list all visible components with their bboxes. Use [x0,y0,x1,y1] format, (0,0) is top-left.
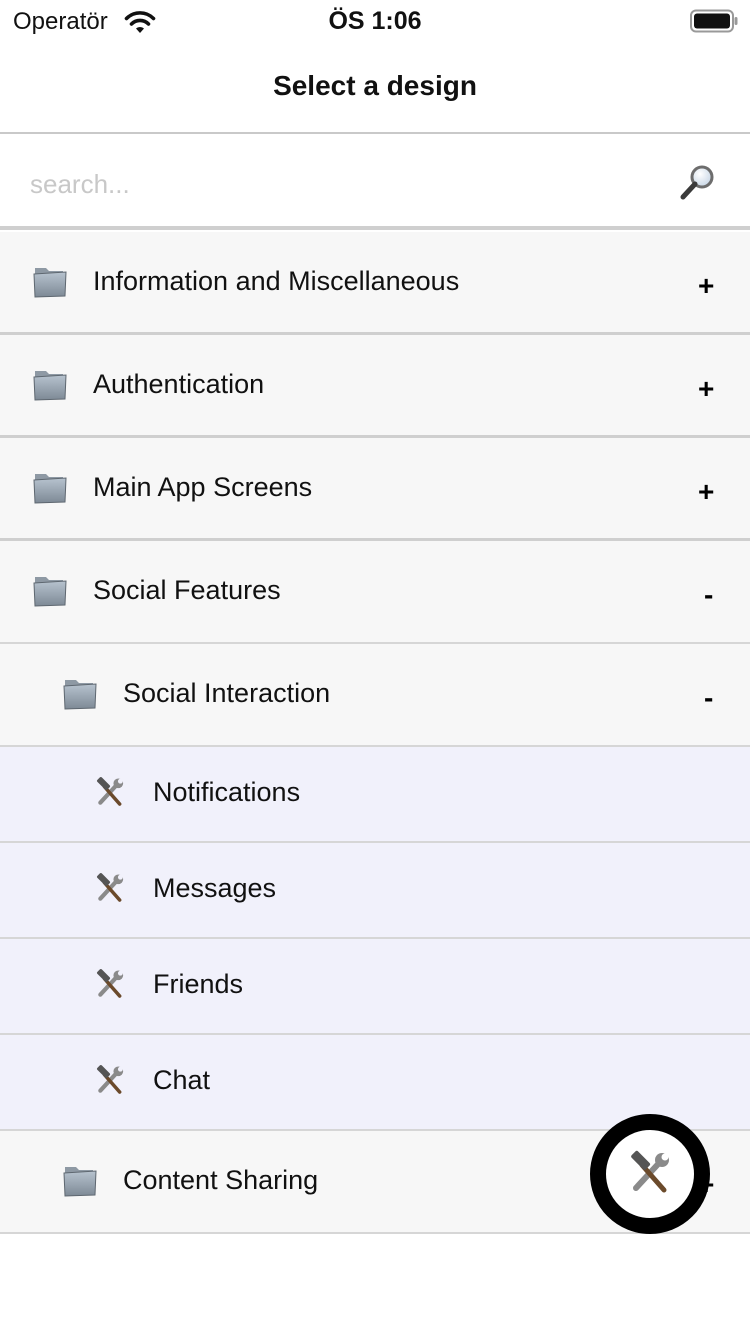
folder-row[interactable]: Main App Screens + [0,438,750,541]
status-time: ÖS 1:06 [328,7,422,35]
expand-toggle[interactable]: + [698,476,714,508]
expand-toggle[interactable]: + [698,373,714,405]
design-label: Notifications [153,777,301,807]
folder-label: Authentication [93,368,265,399]
navigation-bar: Select a design [0,42,750,134]
hammer-wrench-icon [92,871,128,912]
folder-icon [32,470,68,509]
hammer-wrench-icon [92,1063,128,1104]
collapse-toggle[interactable]: - [704,579,713,611]
page-title: Select a design [273,70,477,101]
design-label: Messages [153,873,277,903]
design-label: Chat [153,1065,211,1095]
folder-label: Social Interaction [123,677,331,708]
app-screen: Operatör ÖS 1:06 Select a design search.… [0,0,750,1334]
expand-toggle[interactable]: + [698,270,714,302]
search-input[interactable] [30,160,650,208]
design-row[interactable]: Messages [0,843,750,939]
folder-label: Content Sharing [123,1164,319,1195]
design-list: Information and Miscellaneous + Authentic… [0,232,750,1234]
folder-label: Information and Miscellaneous [93,265,460,296]
folder-row[interactable]: Social Interaction - [0,644,750,747]
folder-label: Social Features [93,574,281,605]
folder-icon [62,1163,98,1202]
collapse-toggle[interactable]: - [704,682,713,714]
tools-fab-button[interactable] [590,1114,710,1234]
design-row[interactable]: Notifications [0,747,750,843]
battery-icon [690,9,738,33]
folder-icon [32,264,68,303]
folder-icon [32,367,68,406]
folder-row[interactable]: Information and Miscellaneous + [0,232,750,335]
folder-icon [32,573,68,612]
folder-label: Main App Screens [93,471,313,502]
search-icon[interactable] [678,162,718,202]
search-bar [0,136,750,230]
folder-row[interactable]: Social Features - [0,541,750,644]
folder-icon [62,676,98,715]
folder-row[interactable]: Authentication + [0,335,750,438]
hammer-wrench-icon [631,1150,669,1193]
hammer-wrench-icon [92,775,128,816]
status-bar: Operatör ÖS 1:06 [0,0,750,42]
hammer-wrench-icon [92,967,128,1008]
design-row[interactable]: Friends [0,939,750,1035]
design-label: Friends [153,969,244,999]
